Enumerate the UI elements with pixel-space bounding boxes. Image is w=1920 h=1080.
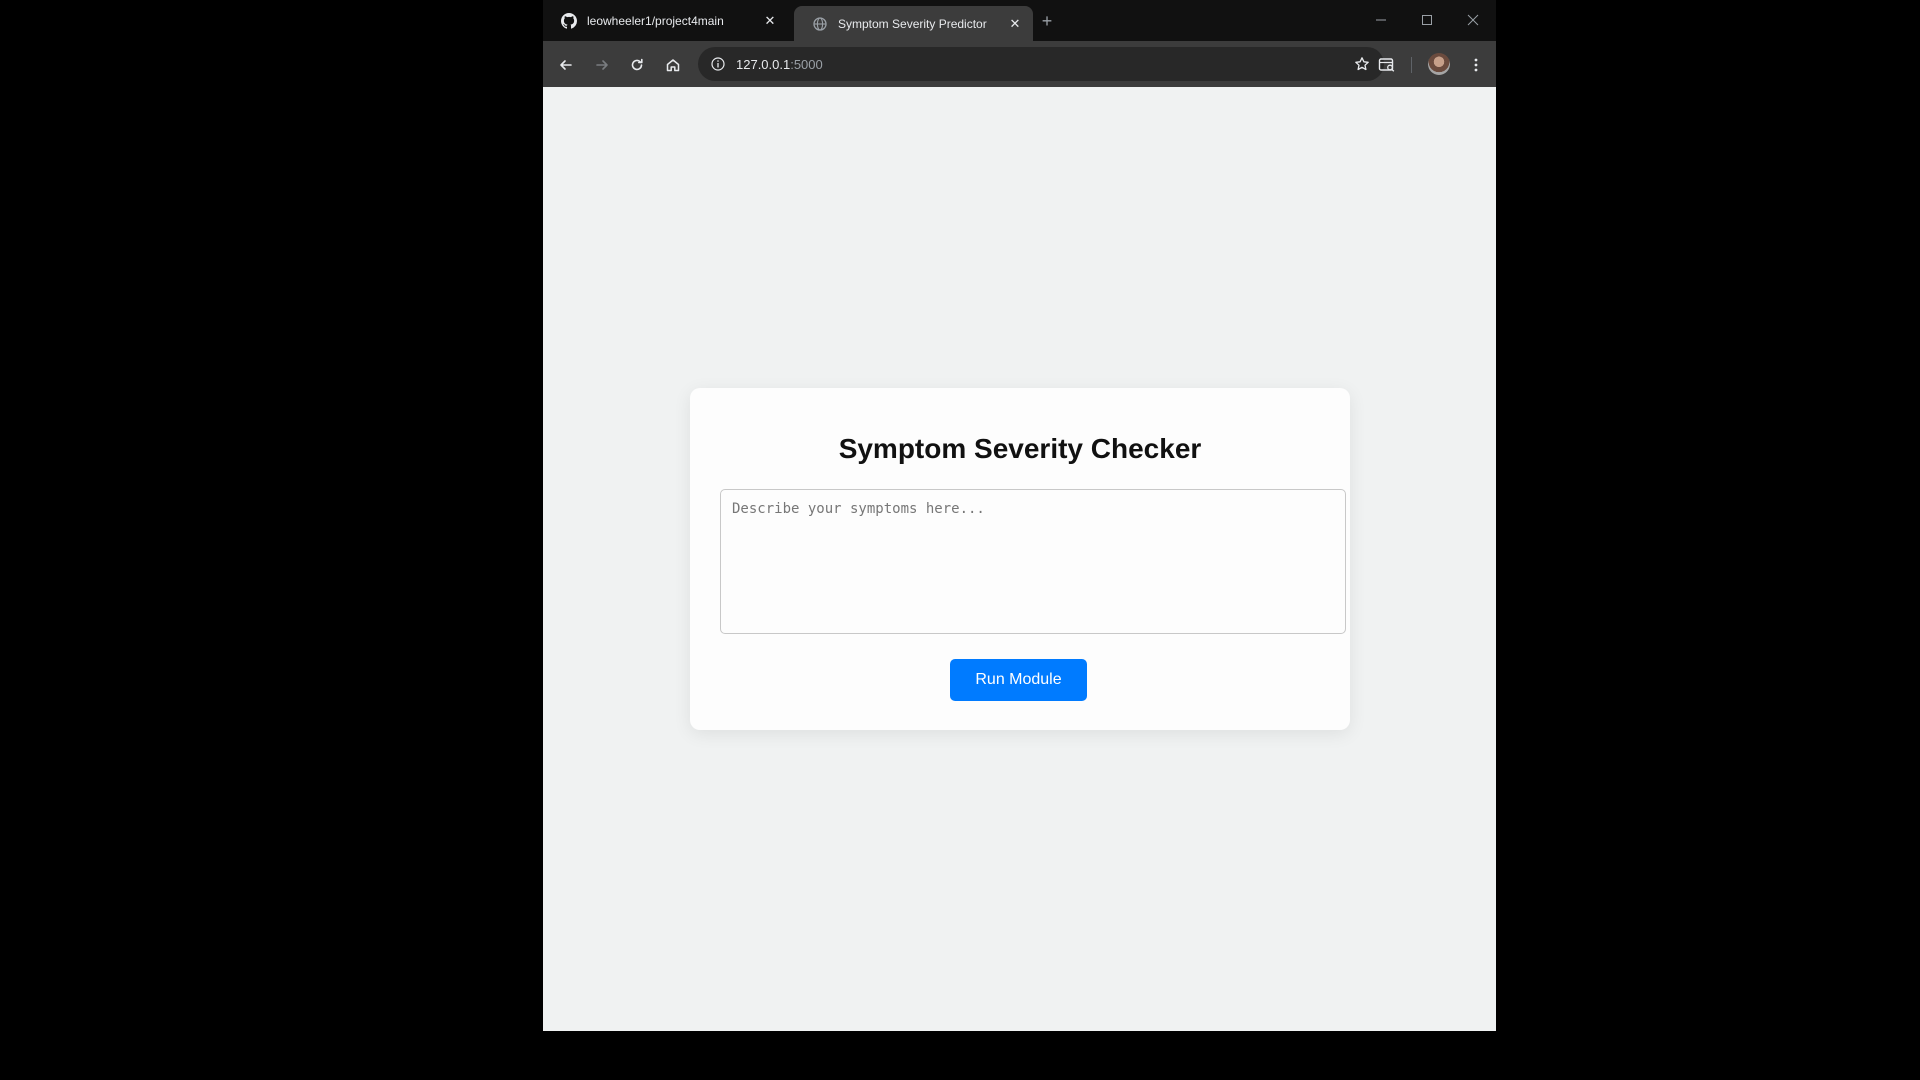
bookmark-star-icon[interactable] [1352, 54, 1372, 74]
tab-symptom-predictor[interactable]: Symptom Severity Predictor ✕ [794, 6, 1033, 41]
tab-search-icon[interactable] [1374, 52, 1400, 78]
minimize-icon[interactable] [1367, 8, 1395, 32]
forward-arrow-icon[interactable] [589, 52, 615, 78]
url-port: :5000 [790, 56, 823, 72]
github-icon [561, 12, 577, 29]
home-icon[interactable] [660, 52, 686, 78]
tab-title: leowheeler1/project4main [587, 13, 724, 28]
url-text: 127.0.0.1:5000 [736, 57, 1352, 72]
url-host: 127.0.0.1 [736, 56, 791, 72]
page-title: Symptom Severity Checker [838, 433, 1202, 464]
globe-icon [812, 16, 828, 32]
back-arrow-icon[interactable] [553, 52, 579, 78]
symptoms-input[interactable] [720, 489, 1346, 634]
tab-title: Symptom Severity Predictor [838, 16, 987, 31]
maximize-icon[interactable] [1413, 8, 1441, 32]
checker-card: Symptom Severity Checker Run Module [690, 388, 1350, 730]
tab-strip: leowheeler1/project4main ✕ Symptom Sever… [543, 0, 1496, 41]
profile-avatar[interactable] [1428, 53, 1450, 75]
page-viewport: Symptom Severity Checker Run Module [543, 87, 1496, 1031]
site-info-icon[interactable] [710, 56, 726, 72]
close-icon[interactable]: ✕ [762, 13, 778, 29]
close-icon[interactable]: ✕ [1007, 16, 1023, 32]
browser-window: leowheeler1/project4main ✕ Symptom Sever… [543, 0, 1496, 1031]
new-tab-icon[interactable]: + [1035, 9, 1059, 33]
toolbar-divider [1411, 57, 1412, 73]
more-menu-icon[interactable] [1463, 52, 1489, 78]
address-bar[interactable]: 127.0.0.1:5000 [698, 47, 1384, 81]
window-close-icon[interactable] [1459, 8, 1487, 32]
tab-github[interactable]: leowheeler1/project4main ✕ [543, 0, 788, 41]
browser-toolbar: 127.0.0.1:5000 [543, 41, 1496, 87]
run-module-button[interactable]: Run Module [950, 659, 1087, 701]
reload-icon[interactable] [624, 52, 650, 78]
